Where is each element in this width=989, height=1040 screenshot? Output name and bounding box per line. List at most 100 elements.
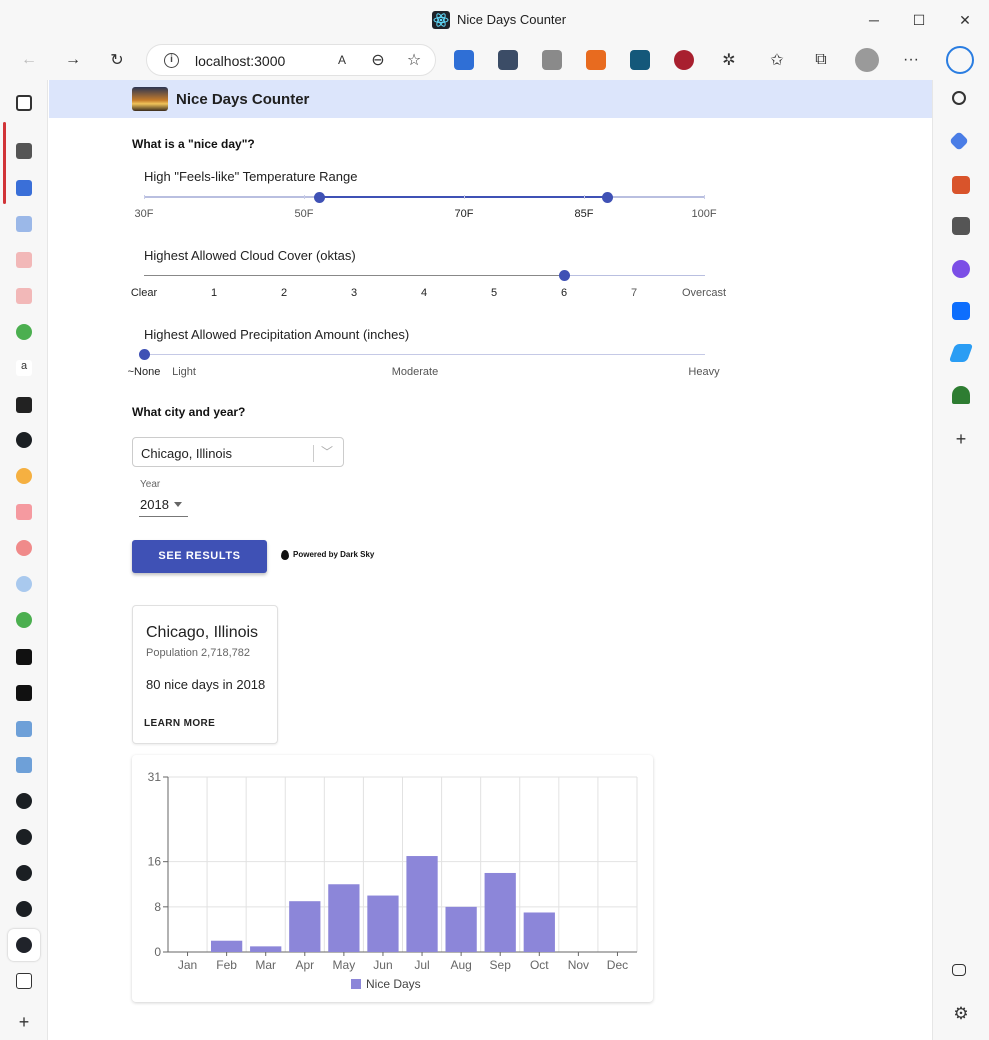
- pdf-icon[interactable]: [16, 252, 32, 268]
- image-icon[interactable]: [16, 757, 32, 773]
- edge-sidebar: + ⚙: [932, 80, 989, 1040]
- tab-favicon[interactable]: [16, 504, 32, 520]
- x-tick-label: Jul: [414, 958, 429, 972]
- office-icon[interactable]: [952, 260, 970, 278]
- pdf-icon[interactable]: [16, 288, 32, 304]
- tab-favicon[interactable]: [16, 540, 32, 556]
- slider-mark-label: 6: [560, 287, 568, 299]
- result-nice-days: 80 nice days in 2018: [146, 677, 266, 692]
- outlook-icon[interactable]: [952, 302, 970, 320]
- x-tick-label: Aug: [450, 958, 471, 972]
- legend-label: Nice Days: [366, 977, 421, 991]
- tab-favicon[interactable]: [16, 397, 32, 413]
- nice-day-heading: What is a "nice day"?: [132, 137, 255, 151]
- send-icon[interactable]: [948, 344, 974, 362]
- powered-by-dark-sky[interactable]: Powered by Dark Sky: [281, 550, 374, 560]
- y-tick-label: 16: [148, 855, 162, 869]
- hide-sidebar-icon[interactable]: [952, 964, 966, 976]
- slider-selected-track: [319, 196, 607, 198]
- year-select[interactable]: 2018: [139, 494, 188, 517]
- tab-favicon[interactable]: [16, 468, 32, 484]
- site-info-icon[interactable]: i: [164, 53, 179, 68]
- extensions-puzzle-icon[interactable]: ✲: [716, 48, 742, 72]
- slider-rail: [144, 354, 705, 355]
- extension-icon[interactable]: [630, 50, 650, 70]
- legend-swatch: [351, 979, 361, 989]
- slider-mark-label: 5: [490, 287, 498, 299]
- github-icon[interactable]: [16, 865, 32, 881]
- tab-favicon[interactable]: [16, 180, 32, 196]
- learn-more-button[interactable]: LEARN MORE: [144, 718, 215, 729]
- settings-gear-icon[interactable]: ⚙: [952, 1005, 970, 1023]
- bar-jul: [406, 856, 438, 952]
- x-tick-label: Mar: [255, 958, 276, 972]
- shopping-icon[interactable]: [949, 131, 969, 151]
- github-icon[interactable]: [16, 829, 32, 845]
- result-card: Chicago, Illinois Population 2,718,782 8…: [132, 605, 278, 744]
- bing-icon[interactable]: [946, 46, 974, 74]
- slider-rail: [564, 275, 705, 276]
- tree-icon[interactable]: [952, 386, 970, 404]
- slider-mark-label: 1: [210, 287, 218, 299]
- y-tick-label: 31: [148, 770, 162, 784]
- slider-mark-label: Moderate: [391, 366, 439, 378]
- bar-mar: [250, 946, 282, 952]
- maximize-button[interactable]: ☐: [908, 9, 930, 31]
- dark-sky-logo-icon: [281, 550, 289, 560]
- read-aloud-icon[interactable]: A: [329, 48, 355, 72]
- github-icon[interactable]: [16, 793, 32, 809]
- y-tick-label: 0: [154, 945, 161, 959]
- tab-favicon[interactable]: [16, 216, 32, 232]
- add-sidebar-app-icon[interactable]: +: [952, 430, 970, 448]
- forward-icon[interactable]: →: [60, 48, 86, 72]
- tab-favicon[interactable]: [16, 685, 32, 701]
- extension-icon[interactable]: [586, 50, 606, 70]
- maps-icon[interactable]: [16, 324, 32, 340]
- tab-favicon[interactable]: [16, 973, 32, 989]
- zoom-icon[interactable]: ⊖: [365, 48, 391, 72]
- tab-favicon[interactable]: [16, 576, 32, 592]
- slider-thumb[interactable]: [559, 270, 570, 281]
- extension-icon[interactable]: [454, 50, 474, 70]
- extension-icon[interactable]: [674, 50, 694, 70]
- extension-icon[interactable]: [542, 50, 562, 70]
- slider-thumb-high[interactable]: [602, 192, 613, 203]
- close-button[interactable]: ✕: [954, 9, 976, 31]
- slider-mark-label: 7: [630, 287, 638, 299]
- precip-slider-label: Highest Allowed Precipitation Amount (in…: [144, 327, 410, 342]
- new-tab-icon[interactable]: +: [16, 1013, 32, 1031]
- minimize-button[interactable]: ─: [863, 9, 885, 31]
- add-favorite-icon[interactable]: ☆: [401, 48, 427, 72]
- tools-icon[interactable]: [952, 176, 970, 194]
- tab-favicon[interactable]: [16, 649, 32, 665]
- profile-avatar[interactable]: [855, 48, 879, 72]
- url-text[interactable]: localhost:3000: [195, 53, 285, 69]
- tab-actions-icon[interactable]: [16, 95, 32, 111]
- back-icon[interactable]: ←: [16, 48, 42, 72]
- collections-icon[interactable]: ⧉: [808, 48, 834, 72]
- x-tick-label: Apr: [295, 958, 314, 972]
- tab-favicon[interactable]: [16, 143, 32, 159]
- see-results-button[interactable]: SEE RESULTS: [132, 540, 267, 573]
- github-icon[interactable]: [16, 901, 32, 917]
- x-tick-label: Jan: [178, 958, 197, 972]
- search-icon[interactable]: [952, 91, 966, 105]
- games-icon[interactable]: [952, 217, 970, 235]
- favorites-icon[interactable]: ✩: [764, 48, 790, 72]
- address-bar[interactable]: i localhost:3000 A ⊖ ☆: [146, 44, 436, 76]
- amazon-icon[interactable]: a: [16, 360, 32, 376]
- city-select[interactable]: Chicago, Illinois ﹀: [132, 437, 344, 467]
- extension-icon[interactable]: [498, 50, 518, 70]
- react-icon[interactable]: [16, 937, 32, 953]
- image-icon[interactable]: [16, 721, 32, 737]
- chevron-down-icon[interactable]: ﹀: [321, 443, 333, 460]
- bar-aug: [445, 906, 477, 952]
- more-menu-icon[interactable]: ···: [898, 48, 924, 72]
- slider-tick: [304, 195, 305, 199]
- refresh-icon[interactable]: ↻: [104, 48, 130, 72]
- x-tick-label: Sep: [490, 958, 512, 972]
- maps-icon[interactable]: [16, 612, 32, 628]
- slider-thumb[interactable]: [139, 349, 150, 360]
- github-icon[interactable]: [16, 432, 32, 448]
- slider-thumb-low[interactable]: [314, 192, 325, 203]
